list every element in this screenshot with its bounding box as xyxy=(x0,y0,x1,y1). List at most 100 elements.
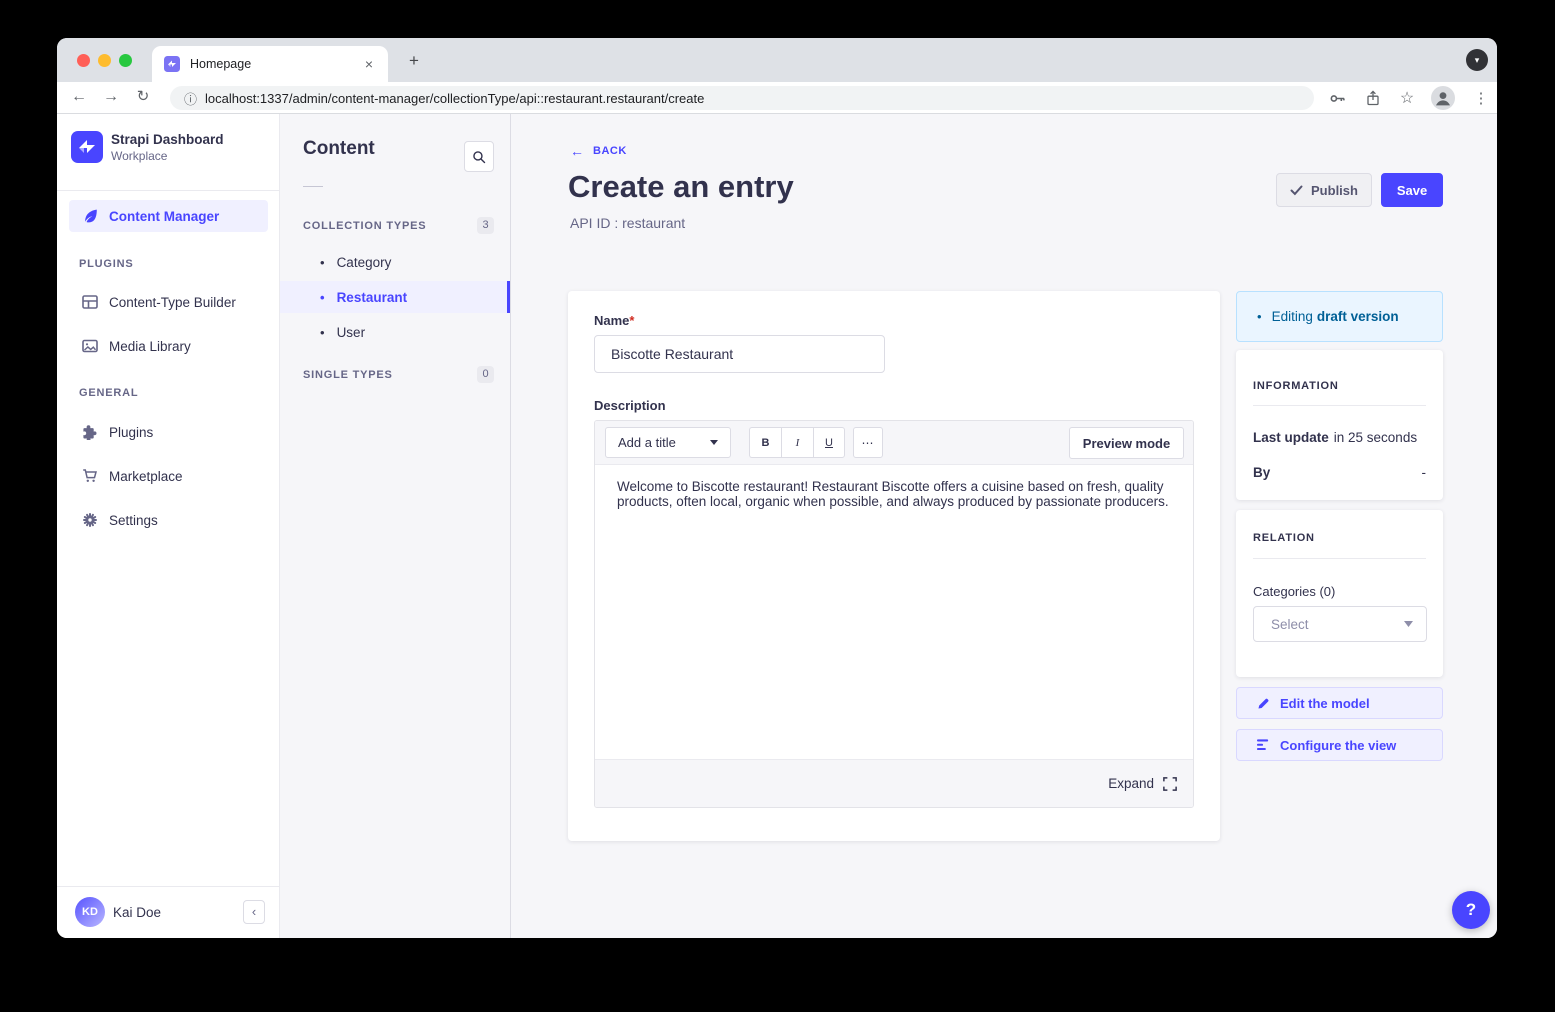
minimize-window-button[interactable] xyxy=(98,54,111,67)
chevron-down-icon xyxy=(1404,621,1413,627)
collection-type-user[interactable]: • User xyxy=(280,316,510,348)
sidebar-item-label: Media Library xyxy=(109,339,191,354)
sidebar-item-settings[interactable]: Settings xyxy=(82,512,158,528)
bullet-icon: • xyxy=(320,255,325,270)
sidebar-item-content-manager[interactable]: Content Manager xyxy=(69,200,268,232)
user-name: Kai Doe xyxy=(113,905,243,920)
browser-profile-avatar[interactable] xyxy=(1431,86,1455,110)
bookmark-star-icon[interactable]: ☆ xyxy=(1395,86,1419,110)
browser-window: Homepage × + ▾ ← → ↻ ⓘ localhost:1337/ad… xyxy=(57,38,1497,938)
page-title: Create an entry xyxy=(568,169,794,205)
name-field-label: Name* xyxy=(594,313,634,328)
categories-select[interactable]: Select xyxy=(1253,606,1427,642)
sidebar-section-plugins: PLUGINS xyxy=(79,258,134,270)
name-input[interactable] xyxy=(594,335,885,373)
collection-type-label: Restaurant xyxy=(337,290,408,305)
address-bar[interactable]: ⓘ localhost:1337/admin/content-manager/c… xyxy=(170,86,1314,110)
puzzle-icon xyxy=(82,424,98,440)
help-button[interactable]: ? xyxy=(1452,891,1490,929)
layout-grid-icon xyxy=(82,294,98,310)
last-update-row: Last updatein 25 seconds xyxy=(1253,430,1426,445)
browser-toolbar: ← → ↻ ⓘ localhost:1337/admin/content-man… xyxy=(57,82,1497,114)
chevron-down-icon xyxy=(710,440,718,445)
bold-button[interactable]: B xyxy=(749,427,781,458)
collection-type-category[interactable]: • Category xyxy=(280,246,510,278)
cart-icon xyxy=(82,468,98,484)
maximize-window-button[interactable] xyxy=(119,54,132,67)
publish-label: Publish xyxy=(1311,183,1358,198)
gear-icon xyxy=(82,512,98,528)
relation-card: RELATION Categories (0) Select xyxy=(1236,510,1443,677)
rich-text-editor: Add a title B I U ⋯ Preview mode Welcome… xyxy=(594,420,1194,808)
editor-footer: Expand xyxy=(595,759,1193,807)
description-field-label: Description xyxy=(594,398,666,413)
api-id-subtitle: API ID : restaurant xyxy=(570,215,685,231)
back-label: BACK xyxy=(593,145,627,157)
collection-type-restaurant[interactable]: • Restaurant xyxy=(280,281,510,313)
editor-toolbar: Add a title B I U ⋯ Preview mode xyxy=(595,421,1193,465)
title-style-select[interactable]: Add a title xyxy=(605,427,731,458)
relation-title: RELATION xyxy=(1253,532,1315,544)
filter-lines-icon xyxy=(1257,739,1270,751)
content-nav-title: Content xyxy=(303,138,375,160)
search-icon xyxy=(472,150,486,164)
browser-back-button[interactable]: ← xyxy=(67,85,91,109)
more-formatting-button[interactable]: ⋯ xyxy=(853,427,883,458)
sidebar-item-media-library[interactable]: Media Library xyxy=(82,338,191,354)
title-select-value: Add a title xyxy=(618,435,676,450)
feather-pen-icon xyxy=(83,208,99,224)
single-types-count-badge: 0 xyxy=(477,366,494,383)
preview-mode-button[interactable]: Preview mode xyxy=(1069,427,1184,459)
configure-view-label: Configure the view xyxy=(1280,738,1396,753)
workspace-switcher[interactable]: Strapi Dashboard Workplace xyxy=(71,131,224,163)
site-info-icon[interactable]: ⓘ xyxy=(184,89,197,108)
edit-model-button[interactable]: Edit the model xyxy=(1236,687,1443,719)
sidebar-section-general: GENERAL xyxy=(79,387,138,399)
collection-type-label: Category xyxy=(337,255,392,270)
italic-button[interactable]: I xyxy=(781,427,813,458)
share-icon[interactable] xyxy=(1361,86,1385,110)
back-arrow-icon: ← xyxy=(570,143,584,159)
description-textarea[interactable]: Welcome to Biscotte restaurant! Restaura… xyxy=(595,465,1193,759)
content-nav-panel: Content COLLECTION TYPES 3 • Category • … xyxy=(280,114,511,938)
new-tab-button[interactable]: + xyxy=(404,51,424,71)
browser-tabstrip: Homepage × + ▾ xyxy=(57,38,1497,82)
single-types-label: SINGLE TYPES xyxy=(303,369,393,381)
back-link[interactable]: ← BACK xyxy=(570,143,627,159)
tab-close-icon[interactable]: × xyxy=(362,56,376,72)
browser-reload-button[interactable]: ↻ xyxy=(131,85,155,109)
collection-type-label: User xyxy=(337,325,366,340)
expand-label: Expand xyxy=(1108,776,1154,791)
underline-button[interactable]: U xyxy=(813,427,845,458)
browser-tab[interactable]: Homepage × xyxy=(152,46,388,82)
by-row: By- xyxy=(1253,465,1426,480)
workspace-name: Workplace xyxy=(111,149,224,163)
sidebar: Strapi Dashboard Workplace Content Manag… xyxy=(57,114,280,938)
tab-title: Homepage xyxy=(190,57,362,71)
configure-view-button[interactable]: Configure the view xyxy=(1236,729,1443,761)
search-button[interactable] xyxy=(464,141,494,172)
main-content: ← BACK Create an entry API ID : restaura… xyxy=(511,114,1497,938)
collection-types-label: COLLECTION TYPES xyxy=(303,220,426,232)
expand-icon[interactable] xyxy=(1163,777,1177,791)
sidebar-item-marketplace[interactable]: Marketplace xyxy=(82,468,183,484)
close-window-button[interactable] xyxy=(77,54,90,67)
sidebar-collapse-button[interactable]: ‹ xyxy=(243,900,265,924)
information-divider xyxy=(1253,405,1426,406)
password-key-icon[interactable] xyxy=(1325,86,1349,110)
publish-button[interactable]: Publish xyxy=(1276,173,1372,207)
relation-divider xyxy=(1253,558,1426,559)
sidebar-item-content-type-builder[interactable]: Content-Type Builder xyxy=(82,294,236,310)
collection-types-count-badge: 3 xyxy=(477,217,494,234)
sidebar-item-plugins[interactable]: Plugins xyxy=(82,424,153,440)
pencil-icon xyxy=(1257,697,1270,710)
information-card: INFORMATION Last updatein 25 seconds By- xyxy=(1236,350,1443,500)
bullet-icon: • xyxy=(320,325,325,340)
browser-menu-icon[interactable]: ⋮ xyxy=(1469,86,1493,110)
browser-forward-button[interactable]: → xyxy=(99,85,123,109)
save-button[interactable]: Save xyxy=(1381,173,1443,207)
browser-update-icon[interactable]: ▾ xyxy=(1466,49,1488,71)
sidebar-item-label: Settings xyxy=(109,513,158,528)
avatar[interactable]: KD xyxy=(75,897,105,927)
app-title: Strapi Dashboard xyxy=(111,132,224,147)
